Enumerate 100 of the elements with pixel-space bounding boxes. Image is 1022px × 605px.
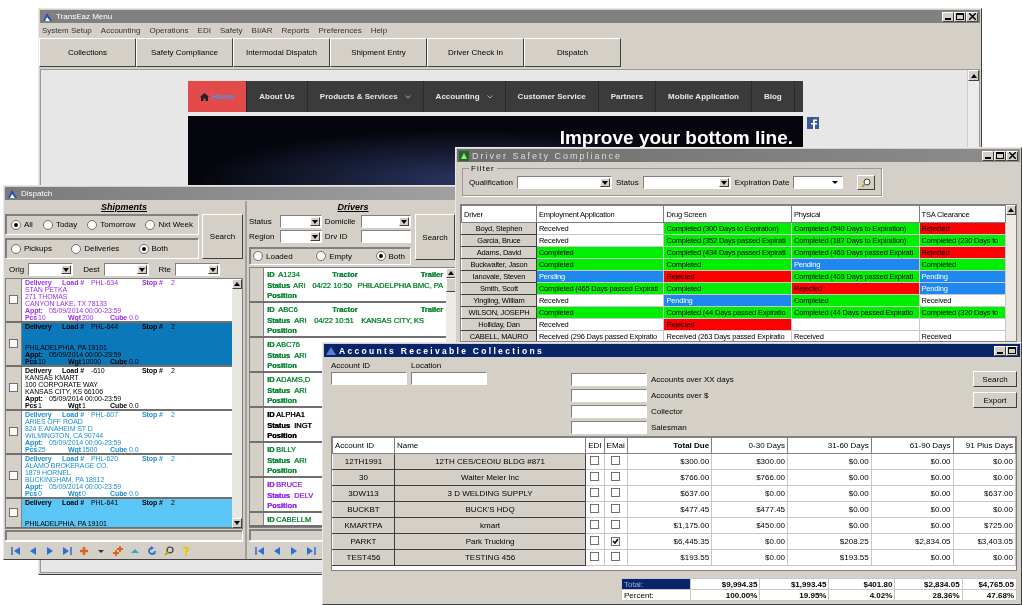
dropdown-field[interactable] [175, 263, 221, 277]
nav-link[interactable]: Accounting [423, 81, 506, 112]
column-header[interactable]: Account ID [332, 437, 395, 454]
checkbox[interactable] [590, 504, 600, 513]
total-label[interactable]: Percent: [621, 589, 691, 601]
radio-button[interactable] [316, 251, 327, 261]
minimize-button[interactable] [942, 11, 954, 22]
search-icon[interactable] [164, 545, 174, 556]
dropdown-field[interactable] [517, 176, 613, 189]
radio-button[interactable] [145, 219, 156, 230]
checkbox[interactable] [611, 504, 621, 513]
checkbox[interactable] [611, 456, 621, 465]
column-header[interactable]: 31-60 Days [787, 437, 872, 454]
checkbox[interactable] [611, 536, 621, 546]
radio-button[interactable] [253, 251, 263, 261]
close-button[interactable] [1006, 150, 1018, 161]
checkbox[interactable] [9, 427, 18, 437]
radio-button[interactable] [42, 219, 53, 230]
social-media-icon[interactable] [807, 117, 819, 129]
checkbox[interactable] [590, 552, 600, 561]
last-page-icon[interactable] [62, 545, 72, 556]
text-field[interactable] [331, 372, 407, 385]
column-header[interactable]: 0-30 Days [711, 437, 788, 454]
column-header[interactable]: Total Due [627, 437, 712, 454]
action-button[interactable]: Export [973, 392, 1017, 408]
scroll-down-button[interactable] [232, 517, 242, 528]
toolbar-button[interactable]: Intermodal Dispatch [233, 38, 330, 67]
scroll-up-button[interactable] [232, 278, 242, 289]
maximize-button[interactable] [1006, 345, 1018, 356]
checkbox[interactable] [9, 339, 18, 349]
checkbox[interactable] [590, 520, 600, 529]
checkbox[interactable] [611, 520, 621, 529]
search-button[interactable]: Search [415, 214, 455, 260]
column-header[interactable]: EDI [585, 437, 605, 454]
radio-button[interactable] [87, 219, 98, 230]
dropdown-field[interactable] [28, 263, 74, 277]
radio-button[interactable] [375, 251, 386, 261]
menu-item[interactable]: Preferences [318, 25, 362, 35]
checkbox[interactable] [590, 488, 600, 497]
menu-item[interactable]: Accounting [100, 25, 141, 35]
scroll-up-button[interactable] [968, 70, 979, 81]
maximize-button[interactable] [994, 150, 1006, 161]
next-icon[interactable] [45, 545, 55, 556]
radio-button[interactable] [138, 243, 149, 254]
text-field[interactable] [571, 389, 647, 402]
toolbar-button[interactable]: Driver Check In [427, 38, 524, 67]
checkbox[interactable] [590, 472, 600, 481]
radio-button[interactable] [11, 243, 21, 254]
nav-link[interactable]: Mobile Application [656, 81, 752, 112]
next-icon[interactable] [289, 545, 299, 556]
previous-icon[interactable] [272, 545, 282, 556]
checkbox[interactable] [9, 471, 18, 481]
last-page-icon[interactable] [306, 545, 316, 556]
menu-item[interactable]: System Setup [42, 25, 92, 35]
checkbox[interactable] [9, 383, 18, 393]
minimize-button[interactable] [994, 345, 1006, 356]
menu-item[interactable]: Operations [149, 25, 189, 35]
text-field[interactable] [361, 230, 411, 243]
search-button[interactable] [857, 175, 876, 190]
dropdown-field[interactable] [361, 215, 411, 228]
close-button[interactable] [966, 11, 978, 22]
first-page-icon[interactable] [255, 545, 265, 556]
column-header[interactable]: 61-90 Days [871, 437, 954, 454]
text-field[interactable] [571, 405, 647, 418]
search-button[interactable]: Search [202, 214, 243, 259]
checkbox[interactable] [611, 472, 621, 481]
text-field[interactable] [571, 421, 647, 434]
menu-item[interactable]: EDI [197, 25, 211, 35]
checkbox[interactable] [590, 536, 600, 545]
dropdown-field[interactable] [103, 263, 149, 277]
total-label[interactable]: Total: [621, 578, 691, 590]
checkbox[interactable] [9, 295, 18, 305]
nav-link[interactable]: Customer Service [505, 81, 599, 112]
text-field[interactable] [411, 372, 487, 385]
dropdown-field[interactable] [279, 230, 322, 243]
toolbar-button[interactable]: Collections [39, 38, 136, 67]
maximize-button[interactable] [954, 11, 966, 22]
first-page-icon[interactable] [11, 545, 21, 556]
nav-link[interactable]: Products & Services [307, 81, 424, 112]
toolbar-button[interactable]: Safety Compliance [136, 38, 233, 67]
checkbox[interactable] [9, 508, 18, 518]
scroll-up-button[interactable] [1006, 205, 1016, 215]
column-header[interactable]: EMai [604, 437, 628, 454]
toolbar-button[interactable]: Shipment Entry [330, 38, 427, 67]
nav-link[interactable]: Partners [598, 81, 657, 112]
checkbox[interactable] [611, 552, 621, 561]
nav-link[interactable]: About Us [247, 81, 308, 112]
checkbox[interactable] [590, 456, 600, 465]
refresh-icon[interactable] [147, 545, 157, 556]
text-field[interactable] [571, 373, 647, 386]
toolbar-button[interactable]: Dispatch [524, 38, 621, 67]
dropdown-field[interactable] [279, 215, 322, 228]
checkbox[interactable] [611, 488, 621, 497]
menu-item[interactable]: Safety [219, 25, 243, 35]
radio-button[interactable] [11, 219, 21, 230]
menu-item[interactable]: Reports [281, 25, 310, 35]
menu-item[interactable]: Help [370, 25, 388, 35]
minimize-button[interactable] [982, 150, 994, 161]
menu-item[interactable]: BI/AR [251, 25, 273, 35]
date-field[interactable] [793, 176, 844, 189]
